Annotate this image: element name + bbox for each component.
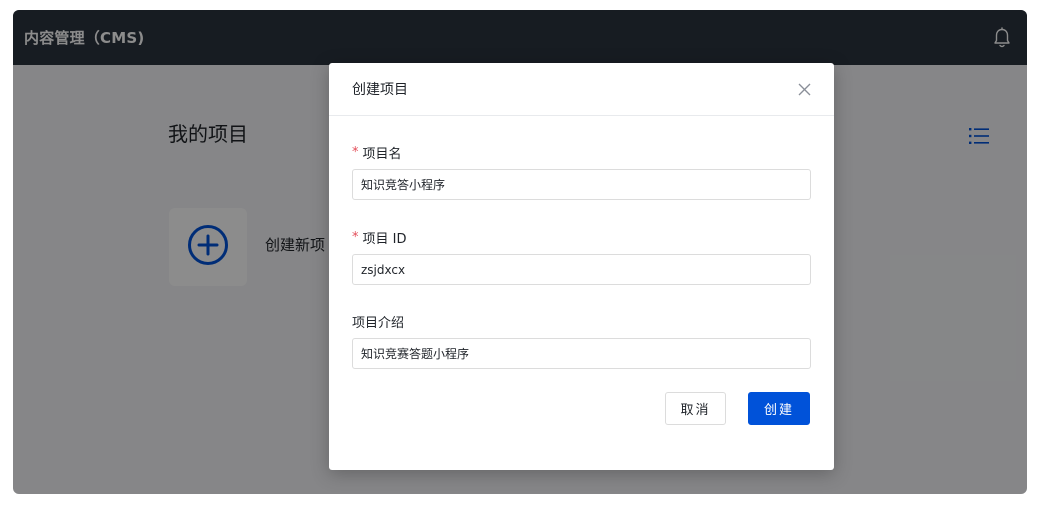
project-name-field: * 项目名	[352, 143, 811, 200]
dialog-title: 创建项目	[352, 82, 408, 98]
project-description-field: 项目介绍	[352, 312, 811, 369]
project-name-input[interactable]	[352, 169, 811, 200]
required-mark: *	[352, 144, 359, 160]
dialog-header: 创建项目	[329, 63, 834, 116]
project-description-label-text: 项目介绍	[352, 315, 405, 331]
project-id-field: * 项目 ID	[352, 228, 811, 285]
project-description-label: 项目介绍	[352, 312, 811, 331]
create-button[interactable]: 创建	[748, 392, 810, 425]
cancel-button[interactable]: 取消	[665, 392, 726, 425]
project-name-label-text: 项目名	[362, 146, 402, 162]
create-project-dialog: 创建项目 * 项目名 * 项目 ID 项目介绍 取消 创建	[329, 63, 834, 470]
project-id-label: * 项目 ID	[352, 228, 811, 247]
project-id-input[interactable]	[352, 254, 811, 285]
project-description-input[interactable]	[352, 338, 811, 369]
close-icon[interactable]	[796, 81, 812, 97]
project-id-label-text: 项目 ID	[362, 231, 407, 247]
required-mark: *	[352, 229, 359, 245]
project-name-label: * 项目名	[352, 143, 811, 162]
